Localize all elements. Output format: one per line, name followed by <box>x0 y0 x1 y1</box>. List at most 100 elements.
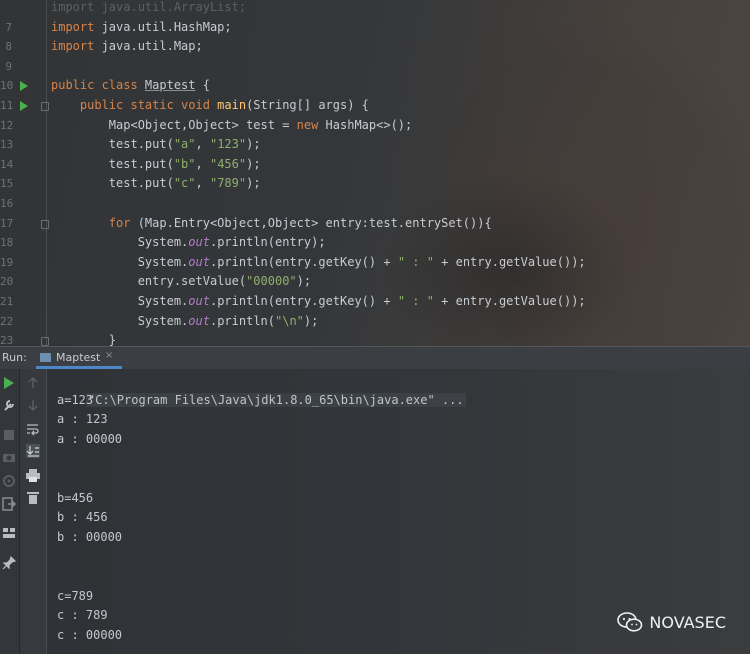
console-line: b : 00000 <box>57 529 123 544</box>
code-token: "123" <box>209 137 247 152</box>
fold-marker-icon[interactable] <box>41 337 49 346</box>
run-gutter-icon[interactable] <box>20 81 28 92</box>
line-number: 15 <box>0 177 14 191</box>
code-token: " : " <box>397 254 434 269</box>
code-token: out <box>188 254 210 269</box>
console-line: a : 00000 <box>57 431 123 446</box>
close-tab-icon[interactable]: × <box>105 350 113 361</box>
run-config-icon <box>40 353 51 362</box>
line-number: 9 <box>5 59 12 73</box>
line-number: 13 <box>0 138 14 152</box>
code-text: System.out.println(entry.getKey() + " : … <box>51 292 586 312</box>
code-token: "789" <box>209 176 247 191</box>
soft-wrap-icon[interactable] <box>26 422 40 436</box>
code-line: 14 test.put("b", "456"); <box>0 155 750 175</box>
watermark: NOVASEC <box>617 612 726 632</box>
code-token: Map<Object,Object> test = <box>51 117 297 132</box>
code-text: test.put("b", "456"); <box>51 155 261 175</box>
code-token: out <box>188 294 210 308</box>
code-text: System.out.println("\n"); <box>51 312 319 332</box>
line-number: 11 <box>0 99 14 112</box>
code-token: .println( <box>209 313 275 328</box>
code-token: System. <box>51 313 189 328</box>
console-line: b=456 <box>57 490 94 505</box>
code-token: test.put( <box>51 156 174 171</box>
line-number: 16 <box>0 197 14 210</box>
code-token: + entry.getValue()); <box>433 294 586 308</box>
run-label: Run: <box>2 351 27 364</box>
code-token: , <box>195 156 210 171</box>
line-number: 21 <box>0 295 14 308</box>
layout-icon[interactable] <box>2 527 16 539</box>
run-gutter-icon[interactable] <box>20 101 28 111</box>
code-editor[interactable]: import java.util.ArrayList; 7 import java.… <box>0 0 750 346</box>
line-number: 20 <box>0 275 14 289</box>
line-number: 10 <box>0 79 14 93</box>
code-token: for <box>51 215 138 230</box>
console-line: b : 456 <box>57 510 108 525</box>
line-number: 17 <box>0 216 14 230</box>
code-token: + entry.getValue()); <box>433 254 586 269</box>
code-token: System. <box>51 254 189 269</box>
code-line: 17 for (Map.Entry<Object,Object> entry:t… <box>0 214 750 234</box>
code-token: "00000" <box>246 274 297 289</box>
print-icon[interactable] <box>26 469 40 482</box>
code-text: import java.util.HashMap; <box>51 18 232 38</box>
line-number: 12 <box>0 118 14 132</box>
tab-maptest[interactable]: Maptest × <box>36 347 122 369</box>
console-line: a : 123 <box>57 412 108 427</box>
code-token: System. <box>51 235 189 250</box>
wrench-icon[interactable] <box>2 398 16 412</box>
code-token: test.put( <box>51 176 174 191</box>
code-token: new <box>296 117 326 132</box>
settings-icon[interactable] <box>2 474 16 488</box>
line-number: 22 <box>0 314 14 328</box>
fold-marker-icon[interactable] <box>41 219 49 229</box>
code-token: " : " <box>397 294 434 308</box>
code-line: 16 <box>0 194 750 214</box>
wechat-icon <box>617 612 643 632</box>
code-line: import java.util.ArrayList; <box>0 0 750 18</box>
watermark-text: NOVASEC <box>649 612 726 632</box>
console-toolbar <box>20 369 47 654</box>
code-text: System.out.println(entry); <box>51 233 326 253</box>
code-line: 19 System.out.println(entry.getKey() + "… <box>0 253 750 273</box>
code-text: test.put("a", "123"); <box>51 135 261 155</box>
code-token: .println(entry.getKey() + <box>209 294 398 308</box>
line-number: 7 <box>5 20 12 34</box>
code-token: public class <box>51 78 145 93</box>
line-number: 18 <box>0 236 14 250</box>
line-number: 8 <box>5 40 12 54</box>
code-token: ); <box>303 313 319 328</box>
code-text: public static void main(String[] args) { <box>51 96 369 116</box>
scroll-down-icon[interactable] <box>27 399 39 411</box>
trash-icon[interactable] <box>27 491 39 504</box>
console-line: c=789 <box>57 588 94 603</box>
code-text: import java.util.ArrayList; <box>51 0 246 18</box>
code-line: 21 System.out.println(entry.getKey() + "… <box>0 292 750 312</box>
code-token: ); <box>296 274 312 289</box>
code-text: test.put("c", "789"); <box>51 174 261 194</box>
scroll-to-end-icon[interactable] <box>26 444 40 458</box>
code-line: 11 public static void main(String[] args… <box>0 96 750 116</box>
stop-icon[interactable] <box>3 429 15 441</box>
scroll-up-icon[interactable] <box>27 377 39 389</box>
fold-marker-icon[interactable] <box>41 102 49 111</box>
camera-icon[interactable] <box>2 451 16 463</box>
exit-icon[interactable] <box>2 497 16 511</box>
code-line: 15 test.put("c", "789"); <box>0 174 750 194</box>
code-line: 22 System.out.println("\n"); <box>0 312 750 332</box>
code-text: public class Maptest { <box>51 76 210 96</box>
code-token: import <box>51 39 102 54</box>
code-token: (String[] args) { <box>246 98 369 112</box>
pin-icon[interactable] <box>2 556 16 570</box>
rerun-icon[interactable] <box>3 377 15 389</box>
code-token: (Map.Entry<Object,Object> entry:test.ent… <box>137 215 492 230</box>
code-text: Map<Object,Object> test = new HashMap<>(… <box>51 116 412 136</box>
code-token: .println(entry.getKey() + <box>209 254 398 269</box>
code-token: , <box>195 137 210 152</box>
code-token: { <box>195 78 210 93</box>
code-token: java.util.Map; <box>101 39 203 54</box>
console-line: c : 00000 <box>57 627 123 642</box>
code-line: 18 System.out.println(entry); <box>0 233 750 253</box>
